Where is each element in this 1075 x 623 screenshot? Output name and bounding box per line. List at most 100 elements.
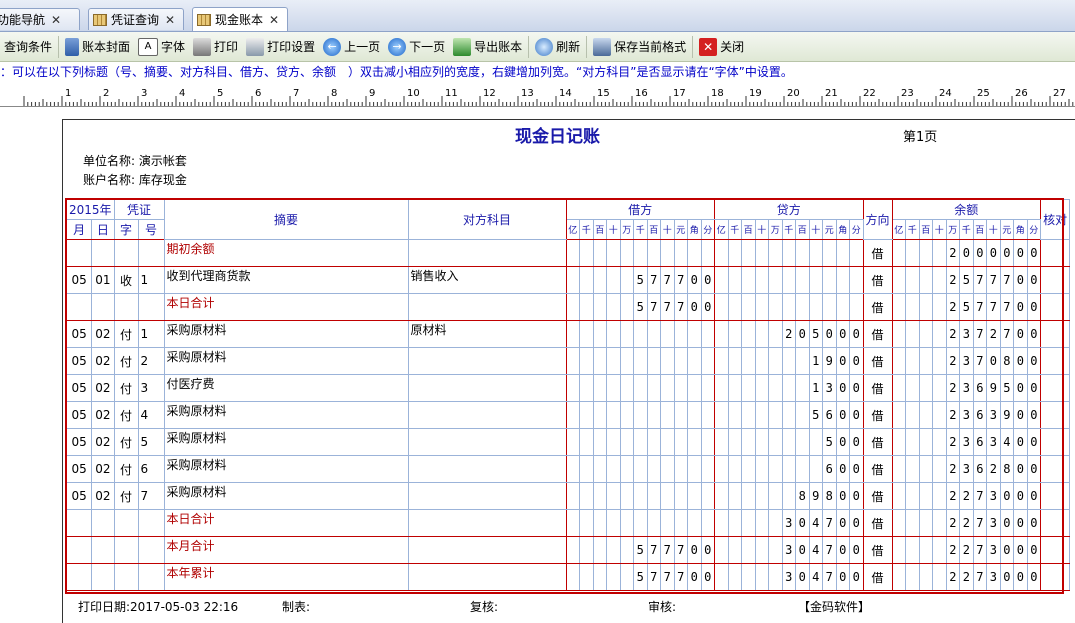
table-row[interactable]: 05 02 付 2 采购原材料 1 9 0 0 借 2 3 7 0 8 0 0: [65, 347, 1071, 375]
credit-digit: 0: [849, 347, 864, 375]
print-setup-button[interactable]: 打印设置: [242, 34, 319, 60]
save-format-button[interactable]: 保存当前格式: [589, 34, 690, 60]
balance-digit: 2: [945, 374, 961, 402]
balance-digit: 0: [1026, 347, 1042, 375]
debit-digit: [673, 509, 689, 537]
balance-digit: [891, 374, 907, 402]
tab-voucher-query[interactable]: 凭证查询 ✕: [88, 8, 184, 30]
credit-digit: 0: [849, 482, 864, 510]
balance-digit: 0: [999, 563, 1015, 591]
balance-digit: 8: [999, 455, 1015, 483]
balance-digit: 0: [1013, 374, 1028, 402]
counter-account-cell: [407, 239, 567, 267]
refresh-button[interactable]: 刷新: [531, 34, 584, 60]
close-icon[interactable]: ✕: [165, 13, 175, 27]
debit-digit: 0: [687, 536, 702, 564]
balance-digit: 2: [945, 293, 961, 321]
balance-digit: 3: [959, 320, 974, 348]
credit-digit: 4: [808, 509, 824, 537]
credit-digit: 0: [835, 401, 851, 429]
credit-digit: 9: [808, 482, 824, 510]
credit-digit: 0: [849, 455, 864, 483]
debit-digit: [660, 320, 675, 348]
balance-digit: 3: [959, 428, 974, 456]
direction-cell: 借: [862, 563, 893, 591]
table-row[interactable]: 05 02 付 6 采购原材料 6 0 0 借 2 3 6 2 8 0 0: [65, 455, 1071, 483]
day-cell: 02: [91, 482, 115, 510]
font-button[interactable]: A 字体: [134, 34, 189, 60]
debit-digit: [579, 266, 594, 294]
close-icon[interactable]: ✕: [51, 13, 61, 27]
ruler-label: 18: [711, 88, 724, 99]
debit-digit: [700, 428, 716, 456]
table-row[interactable]: 05 02 付 5 采购原材料 5 0 0 借 2 3 6 3 4 0 0: [65, 428, 1071, 456]
balance-digit: [905, 401, 920, 429]
table-row[interactable]: 05 02 付 1 采购原材料 原材料 2 0 5 0 0 0 借 2 3 7 2 7 0 0: [65, 320, 1071, 348]
ruler-label: 3: [141, 88, 147, 99]
balance-digit: 0: [1026, 509, 1042, 537]
credit-digit: [849, 239, 864, 267]
day-cell: 02: [91, 428, 115, 456]
balance-digit: 7: [999, 266, 1015, 294]
table-row[interactable]: 05 02 付 4 采购原材料 5 6 0 0 借 2 3 6 3 9 0 0: [65, 401, 1071, 429]
export-button[interactable]: 导出账本: [449, 34, 526, 60]
debit-digit: [579, 239, 594, 267]
table-row[interactable]: 05 02 付 7 采购原材料 8 9 8 0 0 借 2 2 7 3 0 0 0: [65, 482, 1071, 510]
credit-digit: [714, 428, 729, 456]
query-button[interactable]: 查询条件: [0, 34, 56, 60]
credit-digit: [781, 428, 797, 456]
debit-digit: 7: [673, 536, 689, 564]
tab-navigation[interactable]: 功能导航 ✕: [0, 8, 80, 30]
credit-digit: 0: [849, 374, 864, 402]
table-row[interactable]: 本日合计 5 7 7 7 0 0 借 2 5 7 7 7 0 0: [65, 293, 1071, 321]
day-cell: [91, 293, 115, 321]
credit-digit: 6: [822, 401, 837, 429]
tab-cash-ledger[interactable]: 现金账本 ✕: [192, 7, 288, 31]
check-cell: [1040, 536, 1071, 564]
button-label: 下一页: [409, 40, 446, 54]
credit-digit: [768, 509, 783, 537]
digit-header: 百: [592, 219, 608, 240]
summary-cell: 采购原材料: [163, 347, 409, 375]
summary-cell: 期初余额: [163, 239, 409, 267]
debit-digit: [565, 239, 581, 267]
close-icon[interactable]: ✕: [269, 13, 279, 27]
balance-digit: [918, 428, 934, 456]
balance-digit: [891, 401, 907, 429]
direction-cell: 借: [862, 482, 893, 510]
credit-digit: [714, 455, 729, 483]
direction-header: 方向: [862, 199, 893, 240]
table-row[interactable]: 期初余额借 2 0 0 0 0 0 0: [65, 239, 1071, 267]
credit-digit: 2: [781, 320, 797, 348]
table-row[interactable]: 本日合计 3 0 4 7 0 0 借 2 2 7 3 0 0 0: [65, 509, 1071, 537]
toolbar-separator: [528, 35, 530, 58]
summary-cell: 本月合计: [163, 536, 409, 564]
cover-button[interactable]: 账本封面: [61, 34, 134, 60]
arrow-right-icon: →: [388, 37, 407, 56]
table-row[interactable]: 本年累计 5 7 7 7 0 0 3 0 4 7 0 0 借 2 2 7 3 0 0 0: [65, 563, 1071, 591]
balance-digit: 3: [959, 347, 974, 375]
month-cell: 05: [65, 428, 93, 456]
check-cell: [1040, 320, 1071, 348]
credit-digit: 0: [822, 320, 837, 348]
print-button[interactable]: 打印: [189, 34, 242, 60]
balance-digit: 3: [986, 482, 1001, 510]
balance-digit: [918, 509, 934, 537]
hao-cell: 3: [137, 374, 165, 402]
credit-digit: [795, 239, 810, 267]
month-cell: [65, 536, 93, 564]
debit-digit: [579, 347, 594, 375]
debit-digit: 7: [646, 536, 662, 564]
table-row[interactable]: 05 01 收 1 收到代理商货款 销售收入 5 7 7 7 0 0 借 2 5 7 7 7 0 0: [65, 266, 1071, 294]
close-button[interactable]: ✕ 关闭: [695, 34, 748, 60]
debit-digit: [619, 347, 635, 375]
balance-digit: 0: [1026, 320, 1042, 348]
credit-digit: [768, 482, 783, 510]
table-row[interactable]: 05 02 付 3 付医疗费 1 3 0 0 借 2 3 6 9 5 0 0: [65, 374, 1071, 402]
summary-cell: 采购原材料: [163, 401, 409, 429]
prev-page-button[interactable]: ← 上一页: [319, 34, 384, 60]
credit-digit: 0: [795, 563, 810, 591]
next-page-button[interactable]: → 下一页: [384, 34, 449, 60]
table-row[interactable]: 本月合计 5 7 7 7 0 0 3 0 4 7 0 0 借 2 2 7 3 0 0 0: [65, 536, 1071, 564]
page-number: 第1页: [903, 130, 938, 145]
